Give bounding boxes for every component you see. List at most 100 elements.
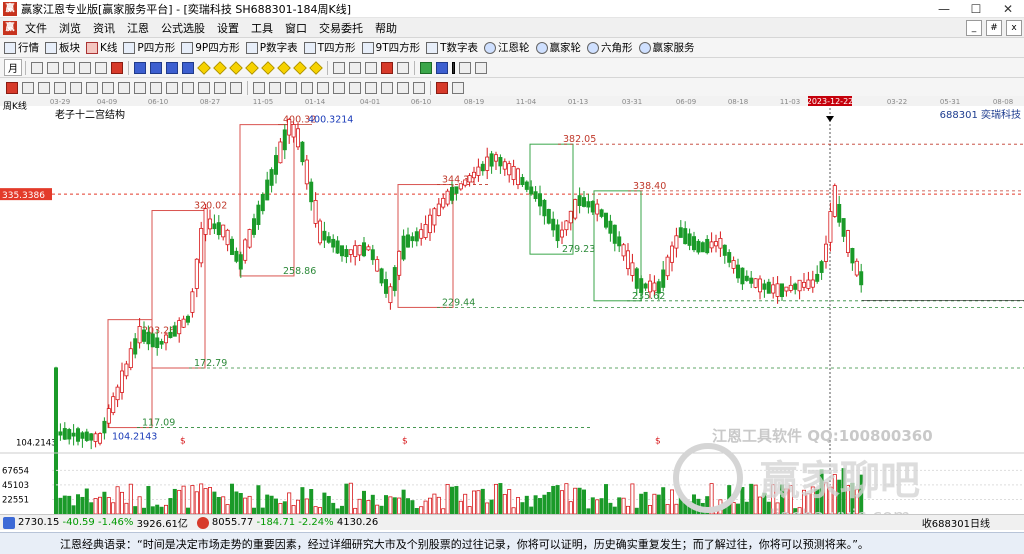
t-square-button[interactable]: T四方形: [303, 40, 356, 55]
hexagon-tool-icon[interactable]: [333, 81, 345, 94]
mirror-tool-icon[interactable]: [381, 81, 393, 94]
layers-icon[interactable]: [475, 61, 487, 74]
crosshair-icon[interactable]: [349, 61, 361, 74]
close-button[interactable]: ✕: [992, 0, 1024, 18]
9p-square-button[interactable]: 9P四方形: [181, 40, 240, 55]
hand-icon[interactable]: [333, 61, 345, 74]
palette-icon[interactable]: [436, 81, 448, 94]
diamond-tool-7-icon[interactable]: [293, 60, 307, 75]
price-tool-icon[interactable]: [214, 81, 226, 94]
kline-button[interactable]: K线: [86, 40, 117, 55]
diamond-tool-6-icon[interactable]: [277, 60, 291, 75]
sector-button[interactable]: 板块: [45, 40, 80, 55]
quotes-button[interactable]: 行情: [4, 40, 39, 55]
fan-tool-icon[interactable]: [54, 81, 66, 94]
circle-tool-icon[interactable]: [349, 81, 361, 94]
grid-icon[interactable]: [31, 61, 43, 74]
winner-wheel-button[interactable]: 赢家轮: [535, 40, 581, 55]
volume-bar: [731, 502, 736, 515]
bar-hl-icon[interactable]: [79, 61, 91, 74]
prev-bar-icon[interactable]: [150, 61, 162, 74]
marker-tool-icon[interactable]: [397, 81, 409, 94]
time-tool-icon[interactable]: [198, 81, 210, 94]
index-sh[interactable]: 2730.15 -40.59 -1.46% 3926.61亿: [0, 515, 188, 530]
hexagon-button[interactable]: 六角形: [587, 40, 633, 55]
kline-chart[interactable]: 周K线 03-29 04-09 06-10 08-27 11-05 01-14 04-01 06…: [0, 96, 1024, 527]
menu-formula[interactable]: 公式选股: [155, 20, 211, 36]
text-tool-icon[interactable]: [230, 81, 242, 94]
flag-icon[interactable]: [111, 61, 123, 74]
candle-body: [621, 244, 626, 257]
first-bar-icon[interactable]: [134, 61, 146, 74]
menu-tools[interactable]: 工具: [245, 20, 279, 36]
candle-body: [626, 250, 631, 270]
ray-tool-icon[interactable]: [38, 81, 50, 94]
diamond-tool-2-icon[interactable]: [213, 60, 227, 75]
next-bar-icon[interactable]: [166, 61, 178, 74]
mdi-restore-button[interactable]: #: [986, 19, 1002, 36]
menu-settings[interactable]: 设置: [211, 20, 245, 36]
square9-icon[interactable]: [317, 81, 329, 94]
minimize-button[interactable]: —: [928, 0, 960, 18]
eraser-icon[interactable]: [413, 81, 425, 94]
diamond-tool-5-icon[interactable]: [261, 60, 275, 75]
menu-file[interactable]: 文件: [19, 20, 53, 36]
bar-ohlc-icon[interactable]: [95, 61, 107, 74]
diamond-tool-3-icon[interactable]: [229, 60, 243, 75]
fib-tool-icon[interactable]: [102, 81, 114, 94]
arc-tool-icon[interactable]: [70, 81, 82, 94]
wave-tool-icon[interactable]: [253, 81, 265, 94]
mdi-minimize-button[interactable]: _: [966, 19, 982, 36]
tools-icon[interactable]: [459, 61, 471, 74]
menu-help[interactable]: 帮助: [369, 20, 403, 36]
menu-browse[interactable]: 浏览: [53, 20, 87, 36]
speed-line-icon[interactable]: [365, 81, 377, 94]
diamond-tool-8-icon[interactable]: [309, 60, 323, 75]
candle-body: [520, 177, 525, 185]
menu-news[interactable]: 资讯: [87, 20, 121, 36]
settings-icon[interactable]: [452, 81, 464, 94]
menu-gann[interactable]: 江恩: [121, 20, 155, 36]
period-select[interactable]: 月: [4, 59, 22, 76]
kline-chart-panel[interactable]: 周K线 03-29 04-09 06-10 08-27 11-05 01-14 04-01 06…: [0, 96, 1024, 527]
9t-square-button[interactable]: 9T四方形: [361, 40, 420, 55]
candle-style-icon[interactable]: [63, 61, 75, 74]
select-icon[interactable]: [397, 61, 409, 74]
diamond-tool-1-icon[interactable]: [197, 60, 211, 75]
channel-tool-icon[interactable]: [269, 81, 281, 94]
t-number-table-button[interactable]: T数字表: [426, 40, 478, 55]
diamond-tool-4-icon[interactable]: [245, 60, 259, 75]
menu-app-icon[interactable]: 赢: [3, 20, 17, 35]
index-sz[interactable]: 8055.77 -184.71 -2.24% 4130.26: [194, 516, 378, 529]
price-level-label: 279.23: [562, 244, 595, 255]
pencil-icon[interactable]: [6, 81, 18, 94]
gann-box-icon[interactable]: [301, 81, 313, 94]
percent-tool-icon[interactable]: [285, 81, 297, 94]
parallel-tool-icon[interactable]: [86, 81, 98, 94]
gift-icon[interactable]: [381, 61, 393, 74]
cycle-tool-icon[interactable]: [134, 81, 146, 94]
price-level-label: 320.02: [194, 201, 227, 212]
bar-style-icon[interactable]: [47, 61, 59, 74]
pointer-icon[interactable]: [365, 61, 377, 74]
p-number-table-button[interactable]: P数字表: [245, 40, 298, 55]
chart-window-icon[interactable]: [420, 61, 432, 74]
menu-trade[interactable]: 交易委托: [313, 20, 369, 36]
candle-body: [502, 161, 507, 170]
candle-body: [736, 264, 741, 279]
menu-window[interactable]: 窗口: [279, 20, 313, 36]
save-icon[interactable]: [436, 61, 448, 74]
angle-tool-icon[interactable]: [150, 81, 162, 94]
p-square-button[interactable]: P四方形: [123, 40, 175, 55]
winner-service-button[interactable]: 赢家服务: [638, 40, 695, 55]
last-bar-icon[interactable]: [182, 61, 194, 74]
spiral-tool-icon[interactable]: [182, 81, 194, 94]
mdi-close-button[interactable]: x: [1006, 19, 1022, 36]
maximize-button[interactable]: ☐: [960, 0, 992, 18]
box-tool-icon[interactable]: [118, 81, 130, 94]
grid-tool-icon[interactable]: [166, 81, 178, 94]
volume-bar: [560, 490, 565, 515]
gann-wheel-button[interactable]: 江恩轮: [484, 40, 530, 55]
line-tool-icon[interactable]: [22, 81, 34, 94]
candle-body: [207, 218, 212, 230]
